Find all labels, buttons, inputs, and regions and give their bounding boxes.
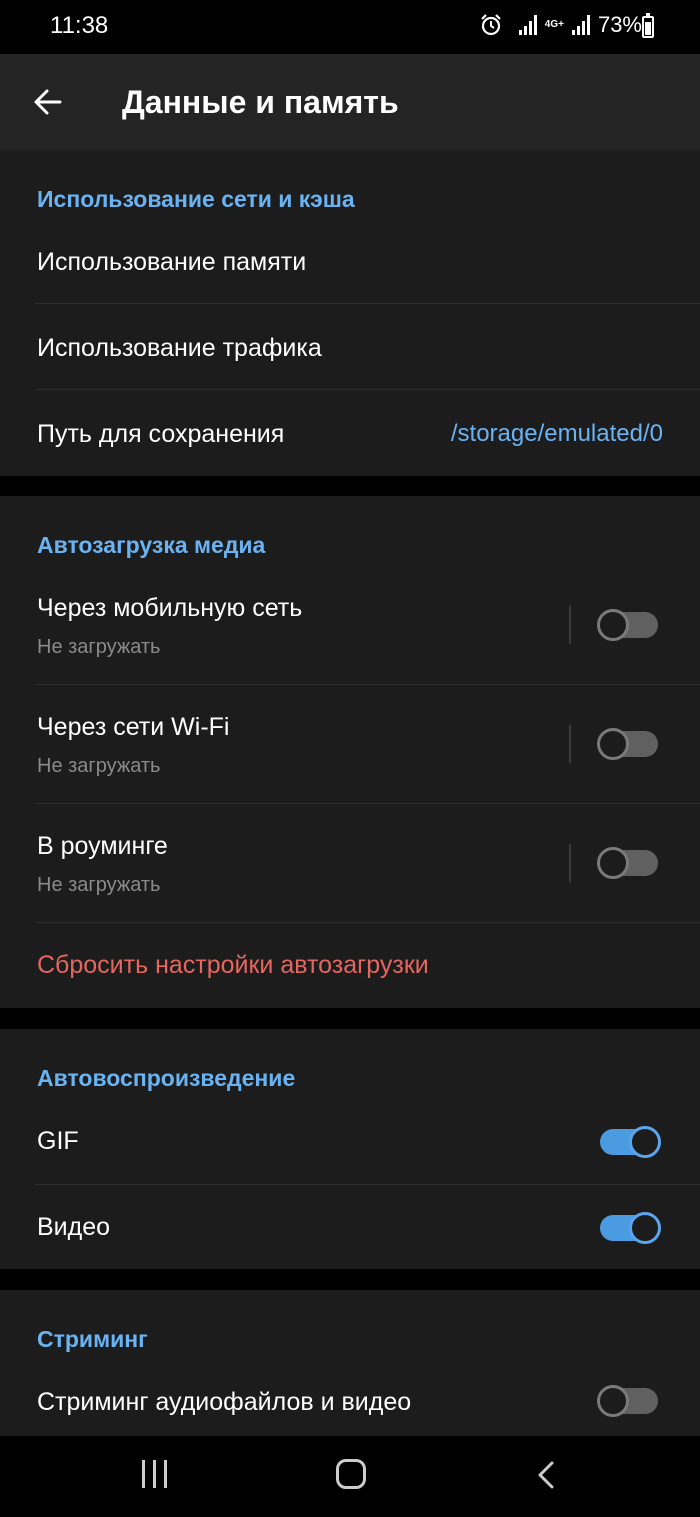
home-icon[interactable]: [336, 1459, 366, 1489]
traffic-usage-row[interactable]: Использование трафика: [0, 304, 700, 390]
autodownload-roaming-row[interactable]: В роуминге Не загружать: [0, 804, 700, 922]
memory-usage-row[interactable]: Использование памяти: [0, 218, 700, 304]
alarm-icon: [481, 14, 501, 36]
streaming-row[interactable]: Стриминг аудиофайлов и видео: [0, 1360, 700, 1436]
battery-icon: [642, 13, 654, 38]
section-streaming: Стриминг Стриминг аудиофайлов и видео: [0, 1290, 700, 1436]
autoplay-video-row[interactable]: Видео: [0, 1185, 700, 1269]
network-type: 4G+: [544, 19, 564, 30]
section-title: Стриминг: [37, 1326, 148, 1352]
row-label: В роуминге: [37, 832, 168, 860]
row-label: Использование трафика: [37, 334, 322, 362]
autodownload-wifi-row[interactable]: Через сети Wi-Fi Не загружать: [0, 685, 700, 803]
streaming-toggle[interactable]: [597, 1385, 658, 1417]
autodownload-mobile-row[interactable]: Через мобильную сеть Не загружать: [0, 566, 700, 684]
section-autoplay: Автовоспроизведение GIF Видео: [0, 1029, 700, 1269]
row-label: Стриминг аудиофайлов и видео: [37, 1388, 412, 1416]
row-label: Использование памяти: [37, 248, 307, 276]
save-path-row[interactable]: Путь для сохранения /storage/emulated/0: [0, 390, 700, 476]
row-label: Через сети Wi-Fi: [37, 713, 230, 741]
row-label: Через мобильную сеть: [37, 594, 303, 622]
separator: [569, 606, 571, 644]
reset-autodownload-row[interactable]: Сбросить настройки автозагрузки: [0, 923, 700, 1008]
row-subtitle: Не загружать: [37, 636, 161, 658]
row-subtitle: Не загружать: [37, 874, 161, 896]
roaming-toggle[interactable]: [597, 847, 658, 879]
gif-toggle[interactable]: [600, 1126, 661, 1158]
battery-percent: 73%: [597, 12, 642, 37]
save-path-value: /storage/emulated/0: [450, 420, 663, 447]
signal-icon: [571, 15, 590, 35]
mobile-toggle[interactable]: [597, 609, 658, 641]
section-network-cache: Использование сети и кэша Использование …: [0, 150, 700, 476]
section-title: Автовоспроизведение: [37, 1065, 296, 1091]
chevron-left-icon[interactable]: [532, 1460, 562, 1490]
section-title: Автозагрузка медиа: [37, 532, 266, 558]
arrow-left-icon: [34, 89, 62, 115]
row-label: Видео: [37, 1213, 111, 1241]
row-subtitle: Не загружать: [37, 755, 161, 777]
separator: [569, 844, 571, 882]
separator: [569, 725, 571, 763]
wifi-toggle[interactable]: [597, 728, 658, 760]
status-bar: 11:38 4G+ 73%: [0, 0, 700, 54]
system-nav-bar: [0, 1436, 700, 1517]
section-autodownload: Автозагрузка медиа Через мобильную сеть …: [0, 496, 700, 1008]
status-time: 11:38: [50, 12, 109, 39]
row-label: Путь для сохранения: [37, 420, 285, 448]
signal-icon: [518, 15, 537, 35]
autoplay-gif-row[interactable]: GIF: [0, 1099, 700, 1184]
status-indicators: 4G+ 73%: [518, 12, 642, 38]
back-button[interactable]: [28, 82, 68, 122]
section-title: Использование сети и кэша: [37, 186, 355, 212]
page-title: Данные и память: [122, 84, 399, 120]
video-toggle[interactable]: [600, 1212, 661, 1244]
app-bar: Данные и память: [0, 54, 700, 150]
reset-autodownload-button[interactable]: Сбросить настройки автозагрузки: [37, 951, 429, 980]
row-label: GIF: [37, 1127, 79, 1155]
recents-icon[interactable]: [142, 1460, 167, 1488]
